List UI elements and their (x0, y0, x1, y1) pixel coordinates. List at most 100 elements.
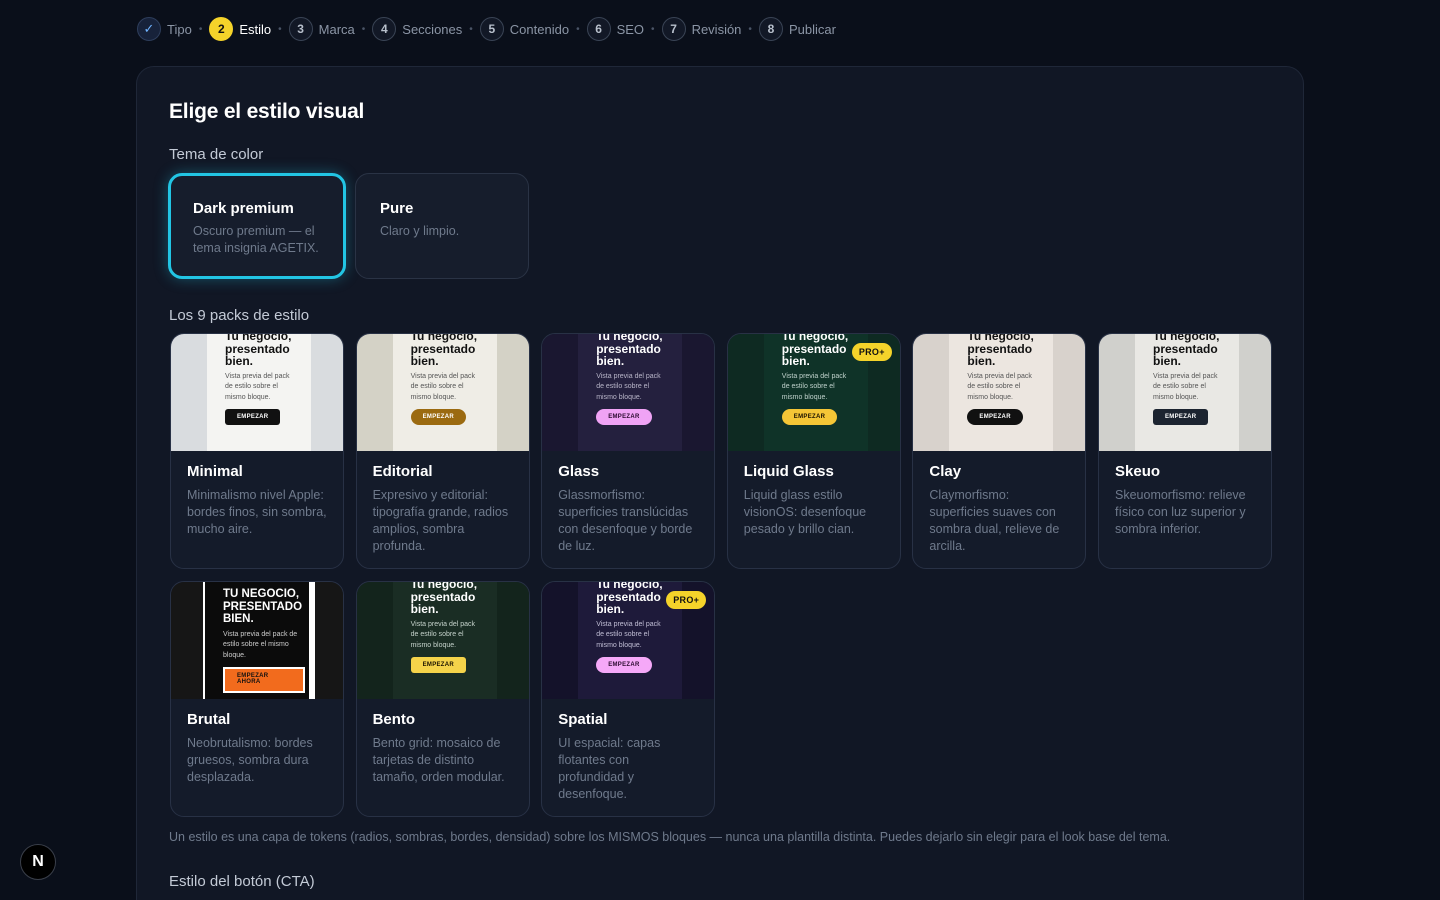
packs-section-label: Los 9 packs de estilo (169, 307, 310, 324)
pack-desc: Bento grid: mosaico de tarjetas de disti… (372, 736, 505, 784)
preview-cta-button: EMPEZAR (1153, 409, 1209, 425)
step-separator: • (361, 23, 366, 35)
preview-cta-button: EMPEZAR (410, 409, 467, 425)
step-label: Estilo (239, 21, 272, 37)
preview-body: Vista previa del pack de estilo sobre el… (225, 372, 290, 401)
preview-body: Vista previa del pack de estilo sobre el… (223, 630, 298, 659)
pack-name: Bento (372, 711, 416, 728)
pack-body: Clay Claymorfismo: superficies suaves con… (913, 451, 1085, 555)
step-number: 5 (479, 17, 504, 41)
pro-badge: PRO+ (851, 343, 892, 361)
preview-headline: Tu negocio, presentado bien. (781, 334, 849, 368)
theme-section-label: Tema de color (169, 146, 264, 163)
preview-cta-button: EMPEZAR AHORA (223, 667, 305, 693)
step-1[interactable]: ✓ Tipo (137, 17, 192, 41)
step-label: Tipo (167, 21, 192, 37)
pack-preview: Tu negocio, presentado bien. Vista previa… (542, 334, 715, 451)
preview-cta-button: EMPEZAR (596, 657, 652, 673)
preview-cta-button: EMPEZAR (225, 409, 281, 425)
step-label: Contenido (509, 21, 570, 37)
theme-card-dark-premium[interactable]: Dark premium Oscuro premium — el tema in… (168, 173, 346, 279)
style-pack-glass[interactable]: Tu negocio, presentado bien. Vista previa… (541, 333, 716, 569)
step-4[interactable]: 4 Secciones (372, 17, 462, 41)
pack-body: Minimal Minimalismo nivel Apple: bordes f… (171, 451, 343, 538)
style-pack-liquid-glass[interactable]: Tu negocio, presentado bien. Vista previa… (726, 333, 901, 569)
preview-body: Vista previa del pack de estilo sobre el… (596, 372, 661, 401)
nextjs-icon[interactable]: N (20, 844, 56, 880)
preview-headline: Tu negocio, presentado bien. (596, 334, 663, 368)
preview-sheet: Tu negocio, presentado bien. Vista previa… (392, 582, 497, 699)
preview-cta-button: EMPEZAR (967, 409, 1023, 425)
pack-name: Clay (929, 463, 962, 480)
preview-headline: Tu negocio, presentado bien. (410, 582, 478, 616)
style-pack-clay[interactable]: Tu negocio, presentado bien. Vista previa… (912, 333, 1087, 569)
pack-preview: Tu negocio, presentado bien. Vista previa… (171, 334, 343, 451)
step-2[interactable]: 2 Estilo (209, 17, 271, 41)
pack-body: Bento Bento grid: mosaico de tarjetas de … (357, 699, 529, 786)
theme-name: Dark premium (193, 200, 294, 217)
pack-preview: Tu negocio, presentado bien. Vista previa… (542, 582, 715, 699)
pack-body: Editorial Expresivo y editorial: tipograf… (357, 451, 529, 555)
step-separator: • (748, 23, 752, 35)
pack-name: Spatial (558, 711, 608, 728)
pack-preview: TU NEGOCIO, PRESENTADO BIEN. Vista previa… (171, 582, 343, 699)
step-label: Marca (318, 21, 355, 37)
preview-body: Vista previa del pack de estilo sobre el… (596, 620, 661, 649)
step-3[interactable]: 3 Marca (288, 17, 355, 41)
preview-headline: Tu negocio, presentado bien. (967, 334, 1034, 368)
preview-cta-button: EMPEZAR (596, 409, 652, 425)
preview-cta-button: EMPEZAR (410, 657, 467, 673)
preview-headline: Tu negocio, presentado bien. (410, 334, 478, 368)
step-number: 3 (288, 17, 313, 41)
preview-body: Vista previa del pack de estilo sobre el… (967, 372, 1032, 401)
step-5[interactable]: 5 Contenido (479, 17, 570, 41)
style-footnote: Un estilo es una capa de tokens (radios,… (169, 830, 1171, 844)
style-panel: Elige el estilo visual Tema de color Dar… (136, 66, 1304, 900)
preview-body: Vista previa del pack de estilo sobre el… (1153, 372, 1218, 401)
style-pack-spatial[interactable]: Tu negocio, presentado bien. Vista previa… (541, 581, 716, 817)
preview-sheet: TU NEGOCIO, PRESENTADO BIEN. Vista previa… (203, 582, 315, 699)
step-separator: • (278, 23, 282, 35)
step-6[interactable]: 6 SEO (586, 17, 645, 41)
step-number: 6 (586, 17, 611, 41)
preview-body: Vista previa del pack de estilo sobre el… (410, 372, 476, 401)
step-separator: • (198, 23, 203, 35)
theme-card-pure[interactable]: Pure Claro y limpio. (355, 173, 529, 279)
preview-body: Vista previa del pack de estilo sobre el… (410, 620, 476, 649)
step-label: SEO (616, 21, 645, 37)
theme-name: Pure (380, 200, 414, 217)
pack-body: Brutal Neobrutalismo: bordes gruesos, som… (171, 699, 343, 786)
preview-sheet: Tu negocio, presentado bien. Vista previa… (392, 334, 497, 451)
preview-headline: TU NEGOCIO, PRESENTADO BIEN. (223, 588, 303, 625)
step-7[interactable]: 7 Revisión (661, 17, 742, 41)
pack-body: Skeuo Skeuomorfismo: relieve físico con l… (1099, 451, 1271, 538)
cta-section-label: Estilo del botón (CTA) (169, 873, 315, 890)
pack-desc: Minimalismo nivel Apple: bordes finos, s… (187, 488, 327, 536)
pack-body: Glass Glassmorfismo: superficies translúc… (542, 451, 714, 555)
pack-desc: UI espacial: capas flotantes con profund… (558, 736, 661, 801)
step-number: 2 (209, 17, 234, 41)
style-pack-minimal[interactable]: Tu negocio, presentado bien. Vista previa… (170, 333, 344, 569)
step-number: 7 (661, 17, 686, 41)
preview-sheet: Tu negocio, presentado bien. Vista previa… (949, 334, 1054, 451)
pack-body: Liquid Glass Liquid glass estilo visionOS… (728, 451, 900, 538)
style-pack-brutal[interactable]: TU NEGOCIO, PRESENTADO BIEN. Vista previa… (170, 581, 344, 817)
preview-cta-button: EMPEZAR (781, 409, 838, 425)
check-icon: ✓ (137, 17, 161, 41)
pack-preview: Tu negocio, presentado bien. Vista previa… (1099, 334, 1271, 451)
step-8[interactable]: 8 Publicar (758, 17, 836, 41)
preview-sheet: Tu negocio, presentado bien. Vista previa… (207, 334, 311, 451)
pack-desc: Skeuomorfismo: relieve físico con luz su… (1115, 488, 1246, 536)
step-separator: • (576, 23, 580, 35)
pack-desc: Neobrutalismo: bordes gruesos, sombra du… (187, 736, 313, 784)
style-pack-bento[interactable]: Tu negocio, presentado bien. Vista previa… (355, 581, 530, 817)
pack-desc: Liquid glass estilo visionOS: desenfoque… (743, 488, 867, 536)
step-label: Revisión (691, 21, 742, 37)
pack-desc: Claymorfismo: superficies suaves con som… (929, 488, 1060, 553)
step-separator: • (469, 23, 473, 35)
step-number: 4 (372, 17, 397, 41)
pack-name: Skeuo (1115, 463, 1161, 480)
pro-badge: PRO+ (666, 591, 707, 609)
style-pack-skeuo[interactable]: Tu negocio, presentado bien. Vista previa… (1098, 333, 1272, 569)
style-pack-editorial[interactable]: Tu negocio, presentado bien. Vista previa… (355, 333, 530, 569)
